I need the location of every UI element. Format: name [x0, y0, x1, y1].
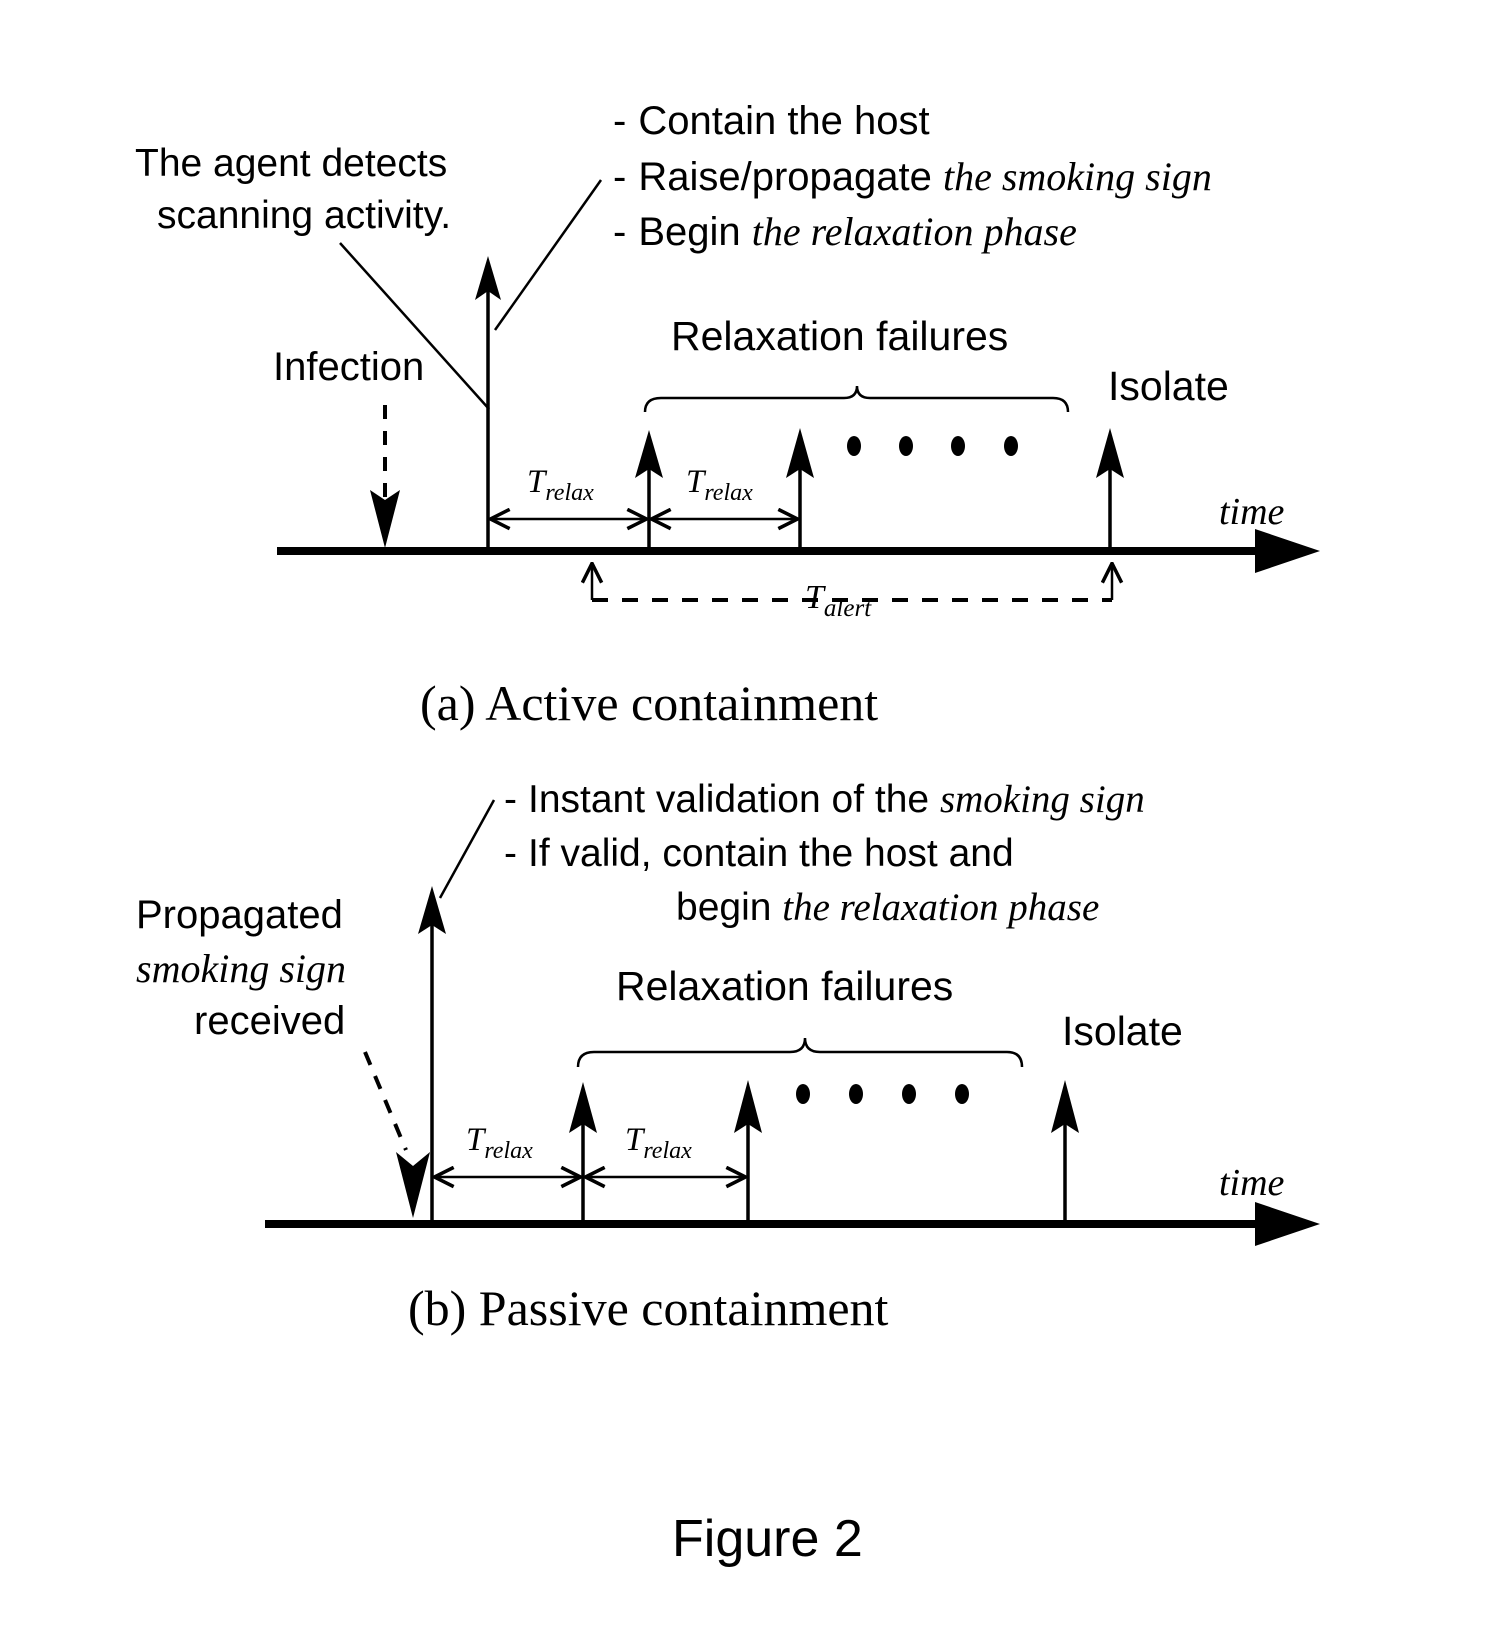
panel-a-caption: (a) Active containment	[420, 675, 878, 731]
panel-b-annotation-line3: received	[194, 999, 345, 1043]
panel-a-talert-label: Talert	[805, 579, 872, 622]
panel-a-relaxation-failures-brace	[643, 385, 1070, 413]
panel-a-trelax-1-label: Trelax	[527, 464, 594, 506]
panel-a-infection-label: Infection	[273, 345, 424, 389]
panel-b-relaxation-failures-label: Relaxation failures	[616, 963, 953, 1009]
panel-a-infection-arrowhead	[370, 490, 400, 548]
panel-a-annotation-line2: scanning activity.	[157, 194, 451, 237]
panel-b-trelax-1-label: Trelax	[466, 1122, 533, 1164]
panel-a-time-axis-arrowhead	[1255, 529, 1320, 573]
panel-b-relaxation-failures-brace	[576, 1037, 1024, 1068]
panel-b-annotation-line1: Propagated	[136, 893, 343, 937]
panel-b-isolate-label: Isolate	[1062, 1008, 1183, 1054]
panel-a-bullet-3: - Begin the relaxation phase	[613, 209, 1077, 254]
panel-a-isolate-label: Isolate	[1108, 363, 1229, 409]
panel-b-trelax-2-label: Trelax	[625, 1122, 692, 1164]
panel-a-trelax-2-label: Trelax	[686, 464, 753, 506]
panel-b-bullet-3: begin the relaxation phase	[676, 886, 1099, 929]
panel-b-caption: (b) Passive containment	[408, 1280, 889, 1336]
panel-b-annotation-line2: smoking sign	[136, 946, 346, 991]
containment-timeline-figure: The agent detects scanning activity. - Co…	[135, 99, 1320, 1568]
panel-a-leader-line-right	[493, 179, 603, 331]
panel-b-received-arrowhead	[396, 1152, 430, 1218]
panel-a-time-axis-label: time	[1219, 491, 1285, 533]
panel-b-time-axis-arrowhead	[1255, 1202, 1320, 1246]
panel-a-annotation-line1: The agent detects	[135, 142, 447, 185]
panel-b-bullet-2: - If valid, contain the host and	[504, 832, 1014, 875]
figure-canvas: The agent detects scanning activity. - Co…	[0, 0, 1507, 1639]
panel-b-ellipsis-dots	[796, 1084, 969, 1104]
panel-a-relaxation-failures-label: Relaxation failures	[671, 313, 1008, 359]
panel-a-ellipsis-dots	[847, 436, 1018, 456]
figure-number-label: Figure 2	[672, 1510, 863, 1568]
panel-b-bullet-1: - Instant validation of the smoking sign	[504, 778, 1145, 821]
panel-b-annotation-dashed-leader	[363, 1051, 408, 1151]
panel-b-time-axis-label: time	[1219, 1162, 1285, 1204]
panel-a-bullet-2: - Raise/propagate the smoking sign	[613, 154, 1212, 199]
panel-a-bullet-1: - Contain the host	[613, 99, 930, 143]
panel-b-leader-line	[438, 799, 496, 899]
